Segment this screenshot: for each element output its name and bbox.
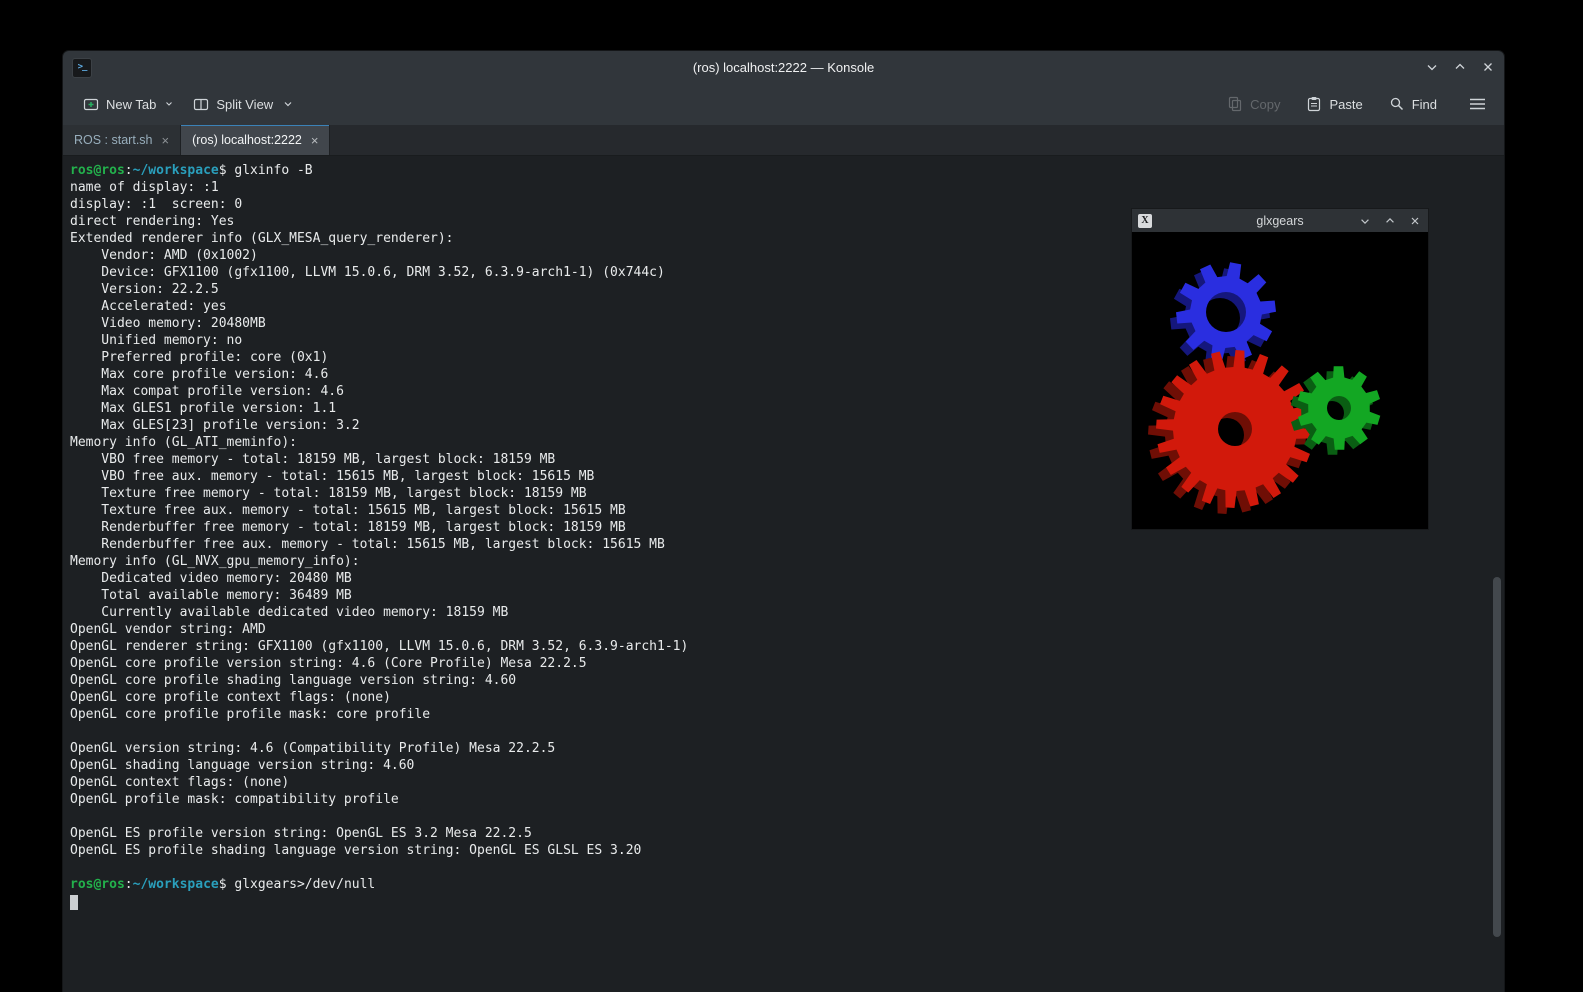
gears-graphic	[1132, 232, 1428, 529]
copy-button[interactable]: Copy	[1219, 89, 1288, 119]
terminal-line: name of display: :1	[70, 179, 1504, 196]
terminal-line: Total available memory: 36489 MB	[70, 587, 1504, 604]
terminal-line: OpenGL ES profile shading language versi…	[70, 842, 1504, 859]
glxgears-maximize-button[interactable]	[1382, 213, 1398, 229]
find-button[interactable]: Find	[1381, 89, 1445, 119]
new-tab-dropdown-icon	[165, 100, 173, 108]
terminal-line: OpenGL version string: 4.6 (Compatibilit…	[70, 740, 1504, 757]
terminal-line: ros@ros:~/workspace$ glxgears>/dev/null	[70, 876, 1504, 893]
glxgears-canvas	[1132, 232, 1428, 529]
tab-close-icon[interactable]: ×	[311, 134, 319, 147]
tab-ros-localhost-2222[interactable]: (ros) localhost:2222 ×	[181, 125, 330, 155]
terminal-line: OpenGL core profile profile mask: core p…	[70, 706, 1504, 723]
terminal-line: OpenGL core profile shading language ver…	[70, 672, 1504, 689]
terminal-line: OpenGL core profile version string: 4.6 …	[70, 655, 1504, 672]
tab-close-icon[interactable]: ×	[162, 134, 170, 147]
paste-label: Paste	[1329, 97, 1362, 112]
menu-button[interactable]	[1463, 90, 1492, 118]
tab-bar: ROS : start.sh × (ros) localhost:2222 ×	[63, 125, 1504, 156]
glxgears-close-button[interactable]	[1407, 213, 1423, 229]
split-view-dropdown-icon	[282, 98, 294, 110]
glxgears-window: X glxgears	[1131, 208, 1429, 530]
window-title: (ros) localhost:2222 — Konsole	[63, 60, 1504, 75]
tab-label: (ros) localhost:2222	[192, 133, 302, 147]
minimize-button[interactable]	[1424, 59, 1440, 75]
copy-label: Copy	[1250, 97, 1280, 112]
tab-ros-start-sh[interactable]: ROS : start.sh ×	[63, 125, 181, 155]
toolbar: New Tab Split View Copy	[63, 83, 1504, 125]
terminal-line	[70, 893, 1504, 910]
paste-icon	[1306, 96, 1322, 112]
red-gear	[1148, 350, 1314, 514]
window-titlebar[interactable]: >_ (ros) localhost:2222 — Konsole	[63, 51, 1504, 83]
terminal-line: OpenGL context flags: (none)	[70, 774, 1504, 791]
terminal-line: OpenGL ES profile version string: OpenGL…	[70, 825, 1504, 842]
terminal-line: Renderbuffer free aux. memory - total: 1…	[70, 536, 1504, 553]
terminal-line: OpenGL vendor string: AMD	[70, 621, 1504, 638]
new-tab-label: New Tab	[106, 97, 156, 112]
close-button[interactable]	[1480, 59, 1496, 75]
terminal-line	[70, 723, 1504, 740]
scrollbar[interactable]	[1493, 577, 1501, 937]
toolbar-right-group: Copy Paste Find	[1219, 89, 1492, 119]
terminal-line	[70, 808, 1504, 825]
find-label: Find	[1412, 97, 1437, 112]
split-view-icon	[193, 96, 209, 112]
terminal-line: OpenGL core profile context flags: (none…	[70, 689, 1504, 706]
window-controls	[1424, 51, 1496, 83]
hamburger-icon	[1469, 97, 1486, 111]
new-tab-icon	[83, 96, 99, 112]
split-view-button[interactable]: Split View	[185, 89, 302, 119]
terminal-line: ros@ros:~/workspace$ glxinfo -B	[70, 162, 1504, 179]
x11-app-icon: X	[1138, 214, 1152, 228]
terminal-line: OpenGL renderer string: GFX1100 (gfx1100…	[70, 638, 1504, 655]
glxgears-window-controls	[1357, 209, 1423, 232]
terminal-cursor	[70, 895, 78, 910]
maximize-button[interactable]	[1452, 59, 1468, 75]
tab-label: ROS : start.sh	[74, 133, 153, 147]
blue-gear	[1170, 262, 1276, 368]
find-icon	[1389, 96, 1405, 112]
copy-icon	[1227, 96, 1243, 112]
terminal-line: OpenGL profile mask: compatibility profi…	[70, 791, 1504, 808]
terminal-line: Memory info (GL_NVX_gpu_memory_info):	[70, 553, 1504, 570]
new-tab-button[interactable]: New Tab	[75, 89, 181, 119]
terminal-line: Dedicated video memory: 20480 MB	[70, 570, 1504, 587]
terminal-line: Currently available dedicated video memo…	[70, 604, 1504, 621]
terminal-line	[70, 859, 1504, 876]
terminal-line: OpenGL shading language version string: …	[70, 757, 1504, 774]
glxgears-minimize-button[interactable]	[1357, 213, 1373, 229]
split-view-label: Split View	[216, 97, 273, 112]
paste-button[interactable]: Paste	[1298, 89, 1370, 119]
glxgears-titlebar[interactable]: X glxgears	[1132, 209, 1428, 232]
